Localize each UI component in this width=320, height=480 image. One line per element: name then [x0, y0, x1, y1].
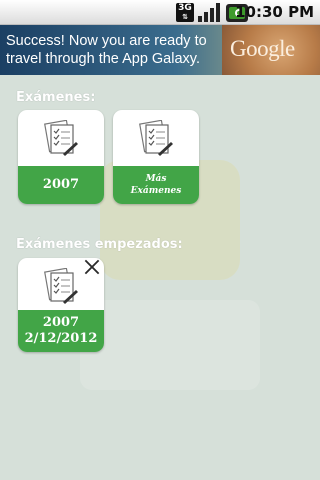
more-exams-tile[interactable]: Más Exámenes: [113, 110, 199, 204]
google-logo: Google: [222, 25, 320, 75]
document-checklist-icon: [44, 120, 78, 156]
started-exam-tile-footer: 2007 2/12/2012: [18, 310, 104, 352]
more-exams-line1: Más: [145, 174, 167, 184]
signal-strength-icon: [198, 3, 220, 22]
started-exam-year: 2007: [42, 315, 80, 330]
status-bar: 3G ⇅ 10:30 PM: [0, 0, 320, 25]
exams-section-label: Exámenes:: [16, 90, 96, 105]
status-time: 10:30 PM: [235, 3, 314, 21]
exam-tile-2007-footer: 2007: [18, 166, 104, 204]
document-checklist-icon: [44, 268, 78, 304]
exam-tile-2007-label: 2007: [42, 177, 80, 192]
started-exams-section-label: Exámenes empezados:: [16, 237, 183, 252]
more-exams-tile-footer: Más Exámenes: [113, 166, 199, 204]
google-logo-text: Google: [230, 36, 295, 61]
more-exams-line2: Exámenes: [130, 186, 182, 196]
exam-tile-2007[interactable]: 2007: [18, 110, 104, 204]
started-exam-date: 2/12/2012: [24, 331, 98, 346]
network-3g-icon: 3G ⇅: [176, 3, 194, 22]
ad-banner[interactable]: Success! Now you are ready to travel thr…: [0, 25, 320, 75]
close-icon[interactable]: [80, 255, 104, 279]
ad-text: Success! Now you are ready to travel thr…: [6, 33, 207, 67]
document-checklist-icon: [139, 120, 173, 156]
